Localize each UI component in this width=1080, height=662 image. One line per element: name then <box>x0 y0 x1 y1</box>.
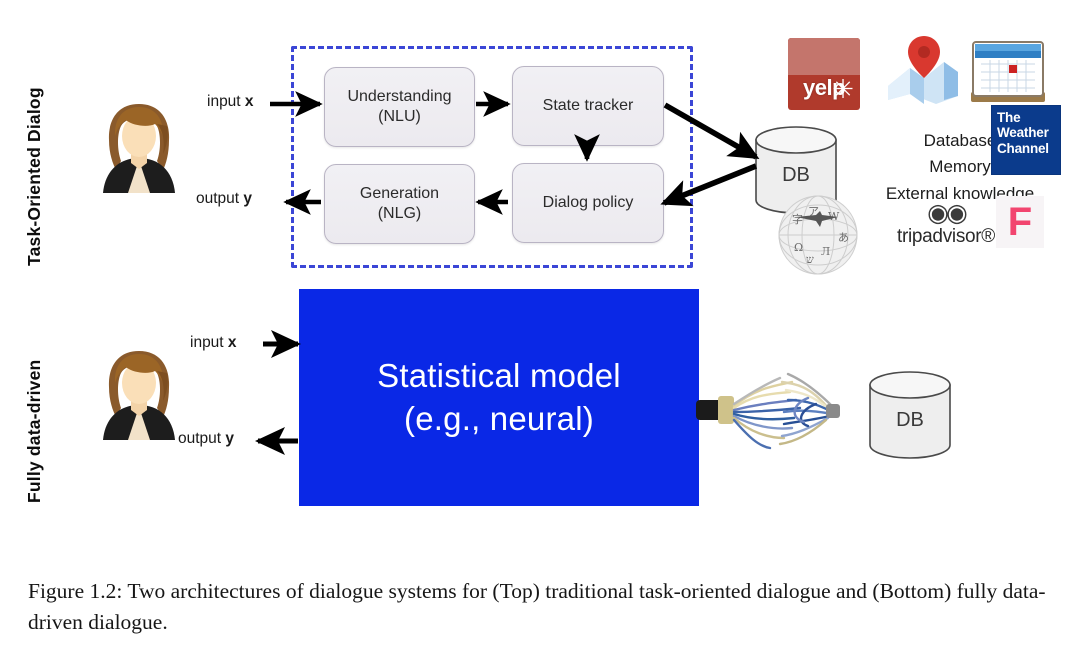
yelp-logo[interactable]: yelp ✳ <box>788 38 860 110</box>
weather-channel-logo-text: The Weather Channel <box>997 110 1049 156</box>
figure-caption: Figure 1.2: Two architectures of dialogu… <box>28 579 1046 634</box>
module-dialog-policy[interactable]: Dialog policy <box>512 163 664 243</box>
output-label-top: output y <box>196 190 252 208</box>
twc-line-weather: Weather <box>997 125 1049 141</box>
output-label-bottom: output y <box>178 430 234 448</box>
module-nlu-line1: Understanding <box>347 88 452 106</box>
frayed-cable-icon <box>696 360 866 460</box>
input-label-top: input x <box>207 93 254 111</box>
statistical-model-box[interactable]: Statistical model (e.g., neural) <box>300 290 698 505</box>
database-label-bottom: DB <box>896 409 924 431</box>
module-dialog-policy-line1: Dialog policy <box>542 194 634 212</box>
module-nlg-line1: Generation <box>359 185 440 203</box>
input-var-top: x <box>244 93 254 110</box>
tripadvisor-logo[interactable]: ◉◉ tripadvisor® <box>886 201 1006 248</box>
wikipedia-globe-logo[interactable]: 字W ΩЛ あש ア <box>776 193 860 277</box>
tripadvisor-owl-icon: ◉◉ <box>927 199 968 227</box>
svg-text:Ω: Ω <box>794 241 803 254</box>
svg-text:あ: あ <box>838 231 849 244</box>
database-cylinder-bottom: DB <box>866 371 954 459</box>
output-var-bottom: y <box>225 430 235 447</box>
user-avatar-top <box>97 98 181 198</box>
statistical-model-line1: Statistical model <box>377 357 621 395</box>
weather-channel-logo[interactable]: The Weather Channel <box>991 105 1061 175</box>
twc-line-the: The <box>997 110 1021 125</box>
module-state-tracker[interactable]: State tracker <box>512 66 664 146</box>
input-label-bottom: input x <box>190 334 237 352</box>
statistical-model-line2: (e.g., neural) <box>404 399 594 437</box>
tripadvisor-logo-text: tripadvisor® <box>896 226 996 247</box>
svg-text:ש: ש <box>806 253 814 266</box>
input-label-text-top: input <box>207 93 245 110</box>
module-understanding-nlu[interactable]: Understanding (NLU) <box>324 67 475 147</box>
foursquare-logo[interactable]: F <box>996 196 1044 248</box>
svg-text:Л: Л <box>821 245 830 258</box>
input-var-bottom: x <box>227 334 237 351</box>
yelp-burst-icon: ✳ <box>832 73 854 104</box>
calendar-logo[interactable] <box>968 36 1048 108</box>
user-avatar-bottom <box>97 345 181 445</box>
database-label-top: DB <box>782 164 810 186</box>
row-label-fully-data-driven: Fully data-driven <box>24 359 44 503</box>
module-state-tracker-line1: State tracker <box>542 97 634 115</box>
module-generation-nlg[interactable]: Generation (NLG) <box>324 164 475 244</box>
module-nlg-line2: (NLG) <box>377 205 422 222</box>
google-maps-logo[interactable] <box>884 34 962 110</box>
yelp-logo-top-band <box>788 38 860 76</box>
module-nlu-line2: (NLU) <box>378 108 421 125</box>
output-label-text-top: output <box>196 190 244 207</box>
svg-text:字: 字 <box>792 212 803 226</box>
twc-line-channel: Channel <box>997 140 1049 156</box>
output-var-top: y <box>243 190 253 207</box>
input-label-text-bottom: input <box>190 334 228 351</box>
foursquare-f-glyph: F <box>1007 200 1033 244</box>
row-label-task-oriented-dialog: Task-Oriented Dialog <box>24 87 44 266</box>
output-label-text-bottom: output <box>178 430 226 447</box>
